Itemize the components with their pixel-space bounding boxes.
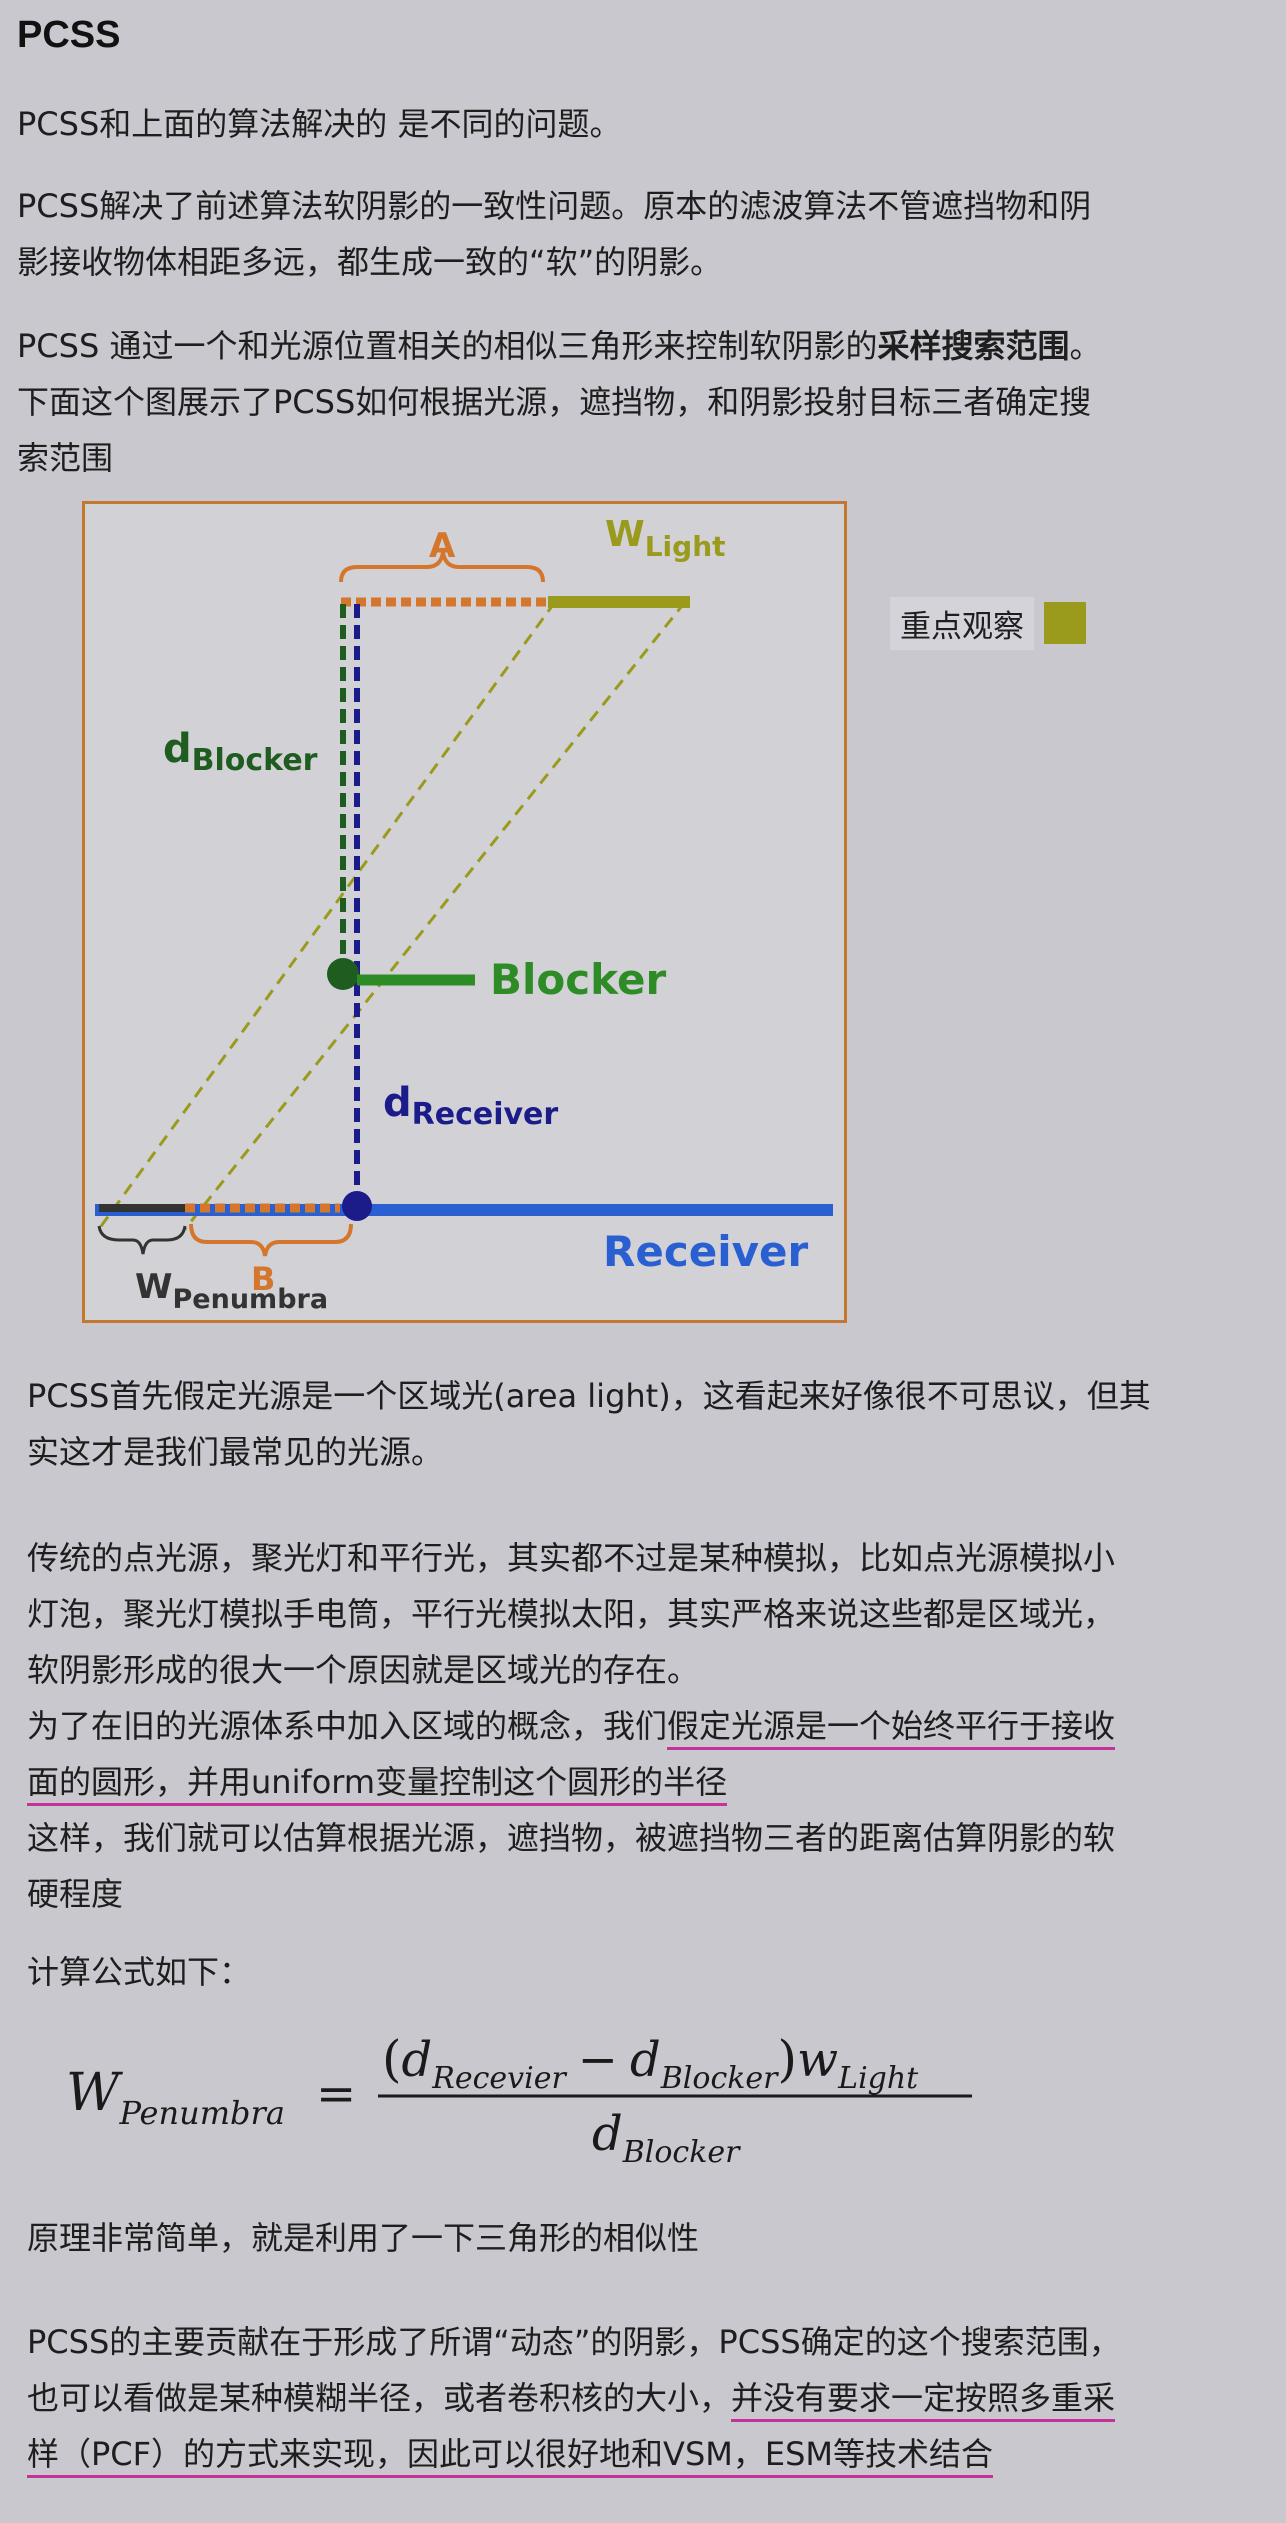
paragraph-5: 原理非常简单，就是利用了一下三角形的相似性 xyxy=(27,2219,700,2257)
label-d-blocker: dBlocker xyxy=(163,726,318,778)
label-d-blocker-d: d xyxy=(163,726,192,772)
formula-intro: 计算公式如下： xyxy=(27,1953,252,1991)
paragraph-1: PCSS解决了前述算法软阴影的一致性问题。原本的滤波算法不管遮挡物和阴 影接收物… xyxy=(17,178,1091,290)
paragraph-4-line-1: 传统的点光源，聚光灯和平行光，其实都不过是某种模拟，比如点光源模拟小 xyxy=(27,1539,1116,1577)
label-w-light-sub: Light xyxy=(645,530,726,563)
formula-close-paren: ) xyxy=(778,2030,798,2088)
blocker-point xyxy=(327,958,359,990)
pcf-underlined-text: 并没有要求一定按照多重采 xyxy=(731,2379,1116,2422)
paragraph-3-line-1: PCSS首先假定光源是一个区域光(area light)，这看起来好像很不可思议… xyxy=(27,1377,1151,1415)
formula-w-light-sub: Light xyxy=(837,2061,919,2096)
label-w-light-w: W xyxy=(605,514,645,555)
label-w-penumbra-w: W xyxy=(135,1267,173,1307)
paragraph-6: PCSS的主要贡献在于形成了所谓“动态”的阴影，PCSS确定的这个搜索范围， 也… xyxy=(27,2314,1121,2482)
paragraph-4-line-4: 为了在旧的光源体系中加入区域的概念，我们假定光源是一个始终平行于接收 xyxy=(27,1698,1116,1754)
label-a: A xyxy=(429,526,456,566)
key-observation-note: 重点观察 xyxy=(890,595,1086,651)
olive-color-swatch xyxy=(1044,602,1086,644)
paragraph-2-line-1: PCSS 通过一个和光源位置相关的相似三角形来控制软阴影的采样搜索范围。 xyxy=(17,318,1101,374)
search-range-bold-term: 采样搜索范围 xyxy=(877,327,1070,365)
formula-numerator: (dRecevier − dBlocker)wLight xyxy=(382,2030,919,2096)
pcss-diagram-figure: A WLight dBlocker Blocker dReceiver Rece… xyxy=(82,501,847,1323)
label-w-penumbra: WPenumbra xyxy=(135,1267,328,1315)
paragraph-4-line-3: 软阴影形成的很大一个原因就是区域光的存在。 xyxy=(27,1651,700,1689)
paragraph-2-line-3: 索范围 xyxy=(17,439,114,477)
paragraph-4: 传统的点光源，聚光灯和平行光，其实都不过是某种模拟，比如点光源模拟小 灯泡，聚光… xyxy=(27,1530,1116,1922)
paragraph-3-line-2: 实这才是我们最常见的光源。 xyxy=(27,1433,444,1471)
formula-lhs: WPenumbra xyxy=(66,2063,285,2132)
paragraph-6-line-2: 也可以看做是某种模糊半径，或者卷积核的大小，并没有要求一定按照多重采 xyxy=(27,2370,1121,2426)
formula-d-receiver: d xyxy=(402,2032,433,2088)
formula-den-d: d xyxy=(592,2106,623,2162)
label-d-receiver: dReceiver xyxy=(383,1080,558,1132)
formula-equals: = xyxy=(316,2066,356,2122)
label-d-receiver-sub: Receiver xyxy=(412,1097,559,1132)
area-light-underlined-text-continued: 面的圆形，并用uniform变量控制这个圆形的半径 xyxy=(27,1763,728,1806)
formula-d-receiver-sub: Recevier xyxy=(431,2061,567,2096)
formula-w-light: w xyxy=(797,2032,838,2088)
formula-d-blocker: d xyxy=(630,2032,661,2088)
light-ray-right xyxy=(183,601,687,1230)
label-blocker: Blocker xyxy=(490,955,666,1004)
paragraph-2-line-2: 下面这个图展示了PCSS如何根据光源，遮挡物，和阴影投射目标三者确定搜 xyxy=(17,383,1092,421)
pcss-diagram: A WLight dBlocker Blocker dReceiver Rece… xyxy=(95,514,833,1315)
paragraph-2: PCSS 通过一个和光源位置相关的相似三角形来控制软阴影的采样搜索范围。 下面这… xyxy=(17,318,1101,486)
formula-denominator: dBlocker xyxy=(592,2106,741,2168)
penumbra-formula: WPenumbra = (dRecevier − dBlocker)wLight d… xyxy=(60,2018,1010,2170)
formula-lhs-sub: Penumbra xyxy=(118,2094,284,2132)
area-light-underlined-text: 假定光源是一个始终平行于接收 xyxy=(667,1707,1116,1750)
intro-paragraph: PCSS和上面的算法解决的 是不同的问题。 xyxy=(17,105,622,143)
key-observation-label: 重点观察 xyxy=(890,596,1034,650)
paragraph-6-line-1: PCSS的主要贡献在于形成了所谓“动态”的阴影，PCSS确定的这个搜索范围， xyxy=(27,2323,1121,2361)
penumbra-formula-svg: WPenumbra = (dRecevier − dBlocker)wLight d… xyxy=(66,2030,972,2170)
paragraph-4-line-6: 这样，我们就可以估算根据光源，遮挡物，被遮挡物三者的距离估算阴影的软 xyxy=(27,1819,1116,1857)
paragraph-4-line-7: 硬程度 xyxy=(27,1875,124,1913)
formula-lhs-w: W xyxy=(66,2063,123,2123)
label-w-penumbra-sub: Penumbra xyxy=(173,1284,329,1315)
receiver-point xyxy=(342,1191,372,1221)
light-ray-left xyxy=(97,601,557,1230)
paragraph-4-line-4-prefix: 为了在旧的光源体系中加入区域的概念，我们 xyxy=(27,1707,668,1745)
brace-b xyxy=(189,1223,353,1257)
formula-minus: − xyxy=(578,2032,618,2088)
formula-open-paren: ( xyxy=(382,2030,402,2088)
paragraph-4-line-2: 灯泡，聚光灯模拟手电筒，平行光模拟太阳，其实严格来说这些都是区域光， xyxy=(27,1595,1116,1633)
paragraph-1-line-2: 影接收物体相距多远，都生成一致的“软”的阴影。 xyxy=(17,243,723,281)
paragraph-2-line-1-suffix: 。 xyxy=(1069,327,1102,365)
page-title: PCSS xyxy=(17,14,121,56)
label-d-blocker-sub: Blocker xyxy=(192,743,318,778)
label-w-light: WLight xyxy=(605,514,726,563)
paragraph-2-line-1-prefix: PCSS 通过一个和光源位置相关的相似三角形来控制软阴影的 xyxy=(17,327,878,365)
paragraph-6-line-2-prefix: 也可以看做是某种模糊半径，或者卷积核的大小， xyxy=(27,2379,732,2417)
pcf-underlined-text-continued: 样（PCF）的方式来实现，因此可以很好地和VSM，ESM等技术结合 xyxy=(27,2435,994,2478)
label-d-receiver-d: d xyxy=(383,1080,412,1126)
formula-den-sub: Blocker xyxy=(622,2135,741,2168)
label-receiver: Receiver xyxy=(603,1227,808,1276)
paragraph-1-line-1: PCSS解决了前述算法软阴影的一致性问题。原本的滤波算法不管遮挡物和阴 xyxy=(17,187,1092,225)
brace-w-penumbra xyxy=(97,1225,187,1255)
paragraph-4-line-5: 面的圆形，并用uniform变量控制这个圆形的半径 xyxy=(27,1754,1115,1810)
paragraph-3: PCSS首先假定光源是一个区域光(area light)，这看起来好像很不可思议… xyxy=(27,1368,1151,1480)
paragraph-6-line-3: 样（PCF）的方式来实现，因此可以很好地和VSM，ESM等技术结合 xyxy=(27,2426,1121,2482)
formula-d-blocker-sub: Blocker xyxy=(660,2061,779,2096)
